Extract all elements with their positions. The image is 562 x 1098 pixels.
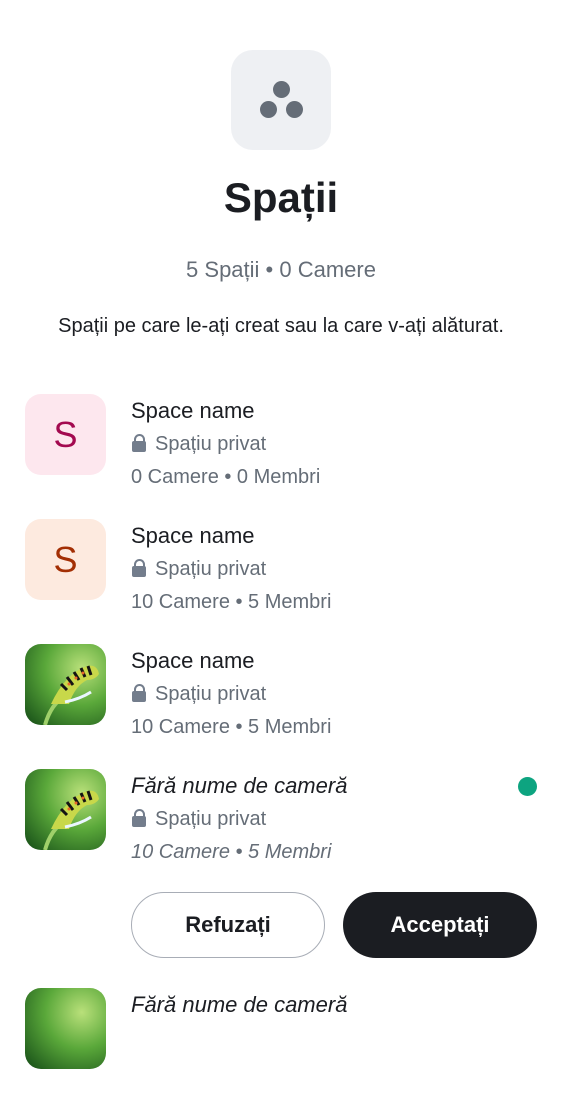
space-privacy-label: Spațiu privat bbox=[155, 808, 267, 830]
space-privacy: Spațiu privat bbox=[131, 558, 266, 581]
avatar-letter: S bbox=[53, 414, 78, 455]
unread-indicator bbox=[518, 777, 537, 796]
caterpillar-photo bbox=[25, 644, 106, 725]
spaces-icon-dot bbox=[260, 101, 277, 118]
space-list-item[interactable]: Space name Spațiu privat 10 Camere • 5 M… bbox=[0, 644, 562, 754]
space-counts: 0 Camere • 0 Membri bbox=[131, 466, 321, 488]
space-counts: 10 Camere • 5 Membri bbox=[131, 716, 332, 738]
space-avatar-photo bbox=[25, 769, 106, 850]
lock-icon bbox=[131, 684, 147, 702]
space-name: Space name bbox=[131, 523, 255, 548]
page-title: Spații bbox=[223, 174, 339, 221]
spaces-icon bbox=[273, 81, 290, 98]
caterpillar-photo bbox=[25, 988, 106, 1069]
spaces-icon-dot bbox=[286, 101, 303, 118]
space-privacy-label: Spațiu privat bbox=[155, 558, 267, 580]
space-avatar-photo bbox=[25, 644, 106, 725]
decline-button[interactable]: Refuzați bbox=[131, 892, 325, 958]
space-privacy: Spațiu privat bbox=[131, 808, 266, 831]
space-avatar: S bbox=[25, 394, 106, 475]
space-privacy: Spațiu privat bbox=[131, 433, 266, 456]
space-name: Space name bbox=[131, 398, 255, 423]
lock-icon bbox=[131, 809, 147, 827]
space-privacy-label: Spațiu privat bbox=[155, 683, 267, 705]
page-description: Spații pe care le-ați creat sau la care … bbox=[58, 315, 504, 337]
space-avatar: S bbox=[25, 519, 106, 600]
space-counts: 10 Camere • 5 Membri bbox=[131, 591, 332, 613]
space-name: Space name bbox=[131, 648, 255, 673]
space-avatar-photo bbox=[25, 988, 106, 1069]
space-privacy-label: Spațiu privat bbox=[155, 433, 267, 455]
spaces-header-icon bbox=[231, 50, 331, 150]
space-name: Fără nume de cameră bbox=[131, 992, 348, 1017]
space-name: Fără nume de cameră bbox=[131, 773, 348, 798]
lock-icon bbox=[131, 434, 147, 452]
accept-button[interactable]: Acceptați bbox=[343, 892, 537, 958]
avatar-letter: S bbox=[53, 539, 78, 580]
page-subtitle: 5 Spații • 0 Camere bbox=[186, 257, 376, 282]
space-list-item[interactable]: Fără nume de cameră bbox=[0, 988, 562, 1098]
space-list-item[interactable]: S Space name Spațiu privat 0 Camere • 0 … bbox=[0, 394, 562, 504]
space-privacy: Spațiu privat bbox=[131, 683, 266, 706]
lock-icon bbox=[131, 559, 147, 577]
space-list-item[interactable]: S Space name Spațiu privat 10 Camere • 5… bbox=[0, 519, 562, 629]
space-counts: 10 Camere • 5 Membri bbox=[131, 841, 332, 863]
space-invite-item[interactable]: Fără nume de cameră Spațiu privat 10 Cam… bbox=[0, 769, 562, 879]
caterpillar-photo bbox=[25, 769, 106, 850]
